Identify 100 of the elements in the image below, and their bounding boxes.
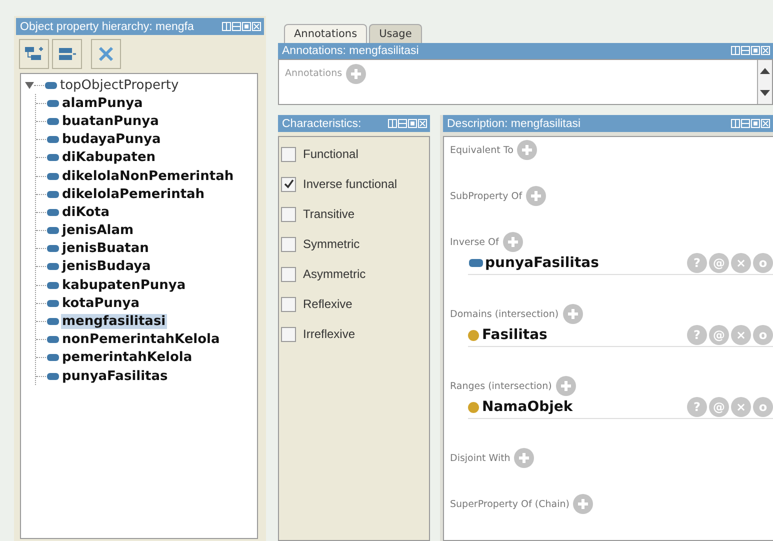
tab[interactable]: Usage <box>369 24 422 43</box>
checkbox[interactable] <box>281 146 296 162</box>
tree-item[interactable]: jenisBudaya <box>61 259 152 274</box>
class-icon <box>468 402 479 412</box>
class-icon <box>468 330 479 340</box>
tab[interactable]: Annotations <box>284 24 368 43</box>
split-icon[interactable] <box>222 22 231 31</box>
checkbox-label: Inverse functional <box>303 177 398 191</box>
checkbox-label: Asymmetric <box>303 267 366 281</box>
tree-item[interactable]: punyaFasilitas <box>61 368 169 384</box>
section-label: SuperProperty Of (Chain) <box>450 498 570 510</box>
close-icon[interactable] <box>761 119 770 128</box>
property-icon <box>469 259 483 267</box>
property-icon <box>47 136 59 144</box>
entity-name: punyaFasilitas <box>485 255 600 271</box>
panel-title: Characteristics: <box>282 118 362 130</box>
panel-title: Annotations: mengfasilitasi <box>282 44 419 57</box>
close-icon[interactable] <box>761 46 770 56</box>
add-icon[interactable] <box>526 186 546 206</box>
checkbox-label: Symmetric <box>303 237 360 251</box>
property-icon <box>47 208 59 216</box>
property-icon <box>47 100 59 107</box>
tree-item[interactable]: pemerintahKelola <box>61 350 194 366</box>
scrollbar[interactable] <box>757 60 772 104</box>
panel-title: Description: mengfasilitasi <box>447 118 581 130</box>
property-icon <box>47 190 59 198</box>
add-icon[interactable] <box>346 64 366 84</box>
tree-item[interactable]: nonPemerintahKelola <box>61 332 221 348</box>
maximize-icon[interactable] <box>242 22 251 31</box>
tree-item[interactable]: buatanPunya <box>61 114 160 129</box>
sibling-add-icon <box>58 47 76 61</box>
maximize-icon[interactable] <box>751 119 760 128</box>
split-icon[interactable] <box>731 46 740 56</box>
close-icon[interactable] <box>418 119 427 128</box>
section-label: Equivalent To <box>450 144 514 156</box>
property-icon <box>47 172 59 180</box>
entity-name: Fasilitas <box>482 327 548 343</box>
minimize-icon[interactable] <box>741 119 750 128</box>
checkbox[interactable] <box>281 206 296 222</box>
checkbox[interactable] <box>281 266 296 282</box>
minimize-icon[interactable] <box>232 22 241 31</box>
add-icon[interactable] <box>562 304 583 324</box>
property-icon <box>47 282 59 289</box>
checkbox[interactable] <box>281 296 296 312</box>
expand-arrow-icon[interactable] <box>25 80 34 90</box>
checkbox[interactable] <box>281 176 296 192</box>
add-icon[interactable] <box>517 140 538 160</box>
section-label: Annotations <box>285 68 342 80</box>
tree-item[interactable]: kotaPunya <box>61 296 140 311</box>
entity-name: NamaObjek <box>482 399 574 415</box>
property-icon <box>45 82 57 89</box>
add-icon[interactable] <box>502 232 523 252</box>
minimize-icon[interactable] <box>741 46 750 56</box>
tree-item[interactable]: jenisAlam <box>61 223 135 238</box>
add-icon[interactable] <box>514 448 534 468</box>
minimize-icon[interactable] <box>398 119 407 128</box>
property-icon <box>47 245 59 252</box>
add-icon[interactable] <box>573 494 594 514</box>
add-icon[interactable] <box>556 376 576 396</box>
tree-item[interactable]: diKota <box>61 204 111 220</box>
section-label: SubProperty Of <box>450 190 522 202</box>
checkbox[interactable] <box>281 236 296 252</box>
tree-item[interactable]: alamPunya <box>61 96 144 111</box>
property-icon <box>47 300 59 307</box>
maximize-icon[interactable] <box>751 46 760 56</box>
tree-item[interactable]: jenisBuatan <box>61 241 150 256</box>
split-icon[interactable] <box>731 119 740 128</box>
checkbox-label: Functional <box>303 147 358 161</box>
section-label: Ranges (intersection) <box>450 380 552 392</box>
scroll-up-icon[interactable] <box>760 66 770 75</box>
tree-item[interactable]: dikelolaPemerintah <box>61 186 206 202</box>
checkbox[interactable] <box>281 326 296 342</box>
delete-property-button[interactable] <box>91 39 121 69</box>
split-icon[interactable] <box>388 119 397 128</box>
hierarchy-add-icon <box>24 46 44 62</box>
checkbox-label: Irreflexive <box>303 327 356 341</box>
close-icon[interactable] <box>252 22 261 31</box>
tree-item[interactable]: kabupatenPunya <box>61 278 187 293</box>
delete-icon <box>98 46 114 62</box>
tree-item[interactable]: diKabupaten <box>61 150 157 166</box>
add-sibling-button[interactable] <box>52 39 82 69</box>
property-icon <box>47 372 59 380</box>
section-label: Inverse Of <box>450 236 499 248</box>
property-icon <box>47 227 59 234</box>
property-icon <box>47 318 59 326</box>
section-label: Disjoint With <box>450 452 510 464</box>
tree-item[interactable]: dikelolaNonPemerintah <box>61 168 235 184</box>
tree-item[interactable]: budayaPunya <box>61 132 162 148</box>
scroll-down-icon[interactable] <box>760 88 770 97</box>
property-icon <box>47 118 59 125</box>
add-subproperty-button[interactable] <box>19 39 49 69</box>
checkbox-label: Reflexive <box>303 297 352 311</box>
property-icon <box>47 154 59 162</box>
maximize-icon[interactable] <box>408 119 417 128</box>
property-icon <box>47 354 59 362</box>
tree-item[interactable]: mengfasilitasi <box>61 314 167 330</box>
section-label: Domains (intersection) <box>450 308 559 320</box>
tree-item[interactable]: topObjectProperty <box>59 78 180 93</box>
property-icon <box>47 263 59 270</box>
checkbox-label: Transitive <box>303 207 355 221</box>
